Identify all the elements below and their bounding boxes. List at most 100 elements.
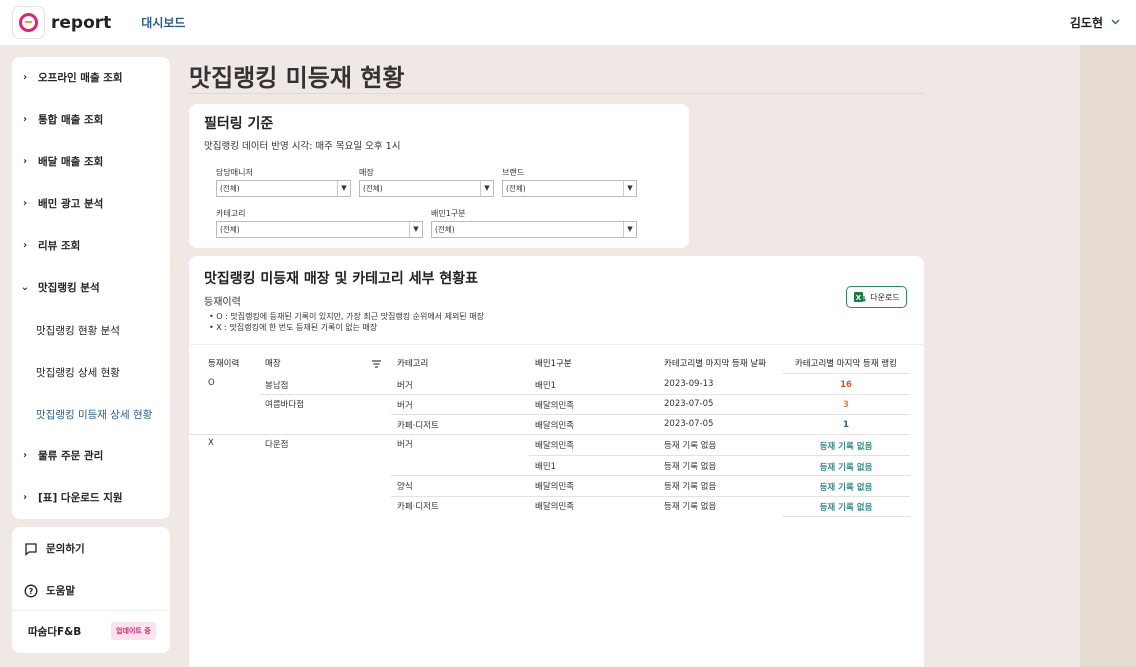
- sidebar-item-label: 물류 주문 관리: [38, 449, 104, 462]
- sidebar-item-offline-sales[interactable]: › 오프라인 매출 조회: [12, 66, 170, 88]
- column-header-last-date[interactable]: 카테고리별 마지막 등재 날짜: [664, 357, 766, 369]
- sort-filter-icon[interactable]: [372, 358, 381, 368]
- sidebar: › 오프라인 매출 조회 › 통합 매출 조회 › 배달 매출 조회 › 배민 …: [12, 57, 170, 519]
- sidebar-item-label: 통합 매출 조회: [38, 113, 104, 126]
- sidebar-subitem-ranking-detail[interactable]: 맛집랭킹 상세 현황: [36, 365, 120, 380]
- svg-text:X: X: [856, 294, 862, 302]
- divider: [189, 93, 924, 94]
- table-row-divider: [391, 414, 910, 415]
- sidebar-item-reviews[interactable]: › 리뷰 조회: [12, 234, 170, 256]
- sidebar-item-download-support[interactable]: › [표] 다운로드 지원: [12, 486, 170, 508]
- sidebar-item-label: 리뷰 조회: [38, 239, 81, 252]
- cell-rank: 등재 기록 없음: [819, 442, 873, 452]
- filter-note: 맛집랭킹 데이터 반영 시각: 매주 목요일 오후 1시: [204, 141, 401, 152]
- divider: [12, 610, 170, 611]
- filter-title: 필터링 기준: [204, 116, 274, 132]
- legend-text: O : 맛집랭킹에 등재된 기록이 있지만, 가장 최근 맛집랭킹 순위에서 제…: [216, 312, 484, 321]
- category-select-value: (전체): [220, 225, 240, 234]
- nav-dashboard[interactable]: 대시보드: [141, 14, 185, 31]
- history-label: 등재이력: [204, 297, 241, 308]
- top-bar: report 대시보드 김도현: [0, 0, 1136, 45]
- download-label: 다운로드: [870, 292, 900, 302]
- brand-select[interactable]: (전체) ▼: [502, 180, 637, 197]
- cell-date: 2023-09-13: [664, 379, 714, 389]
- legend-item: • O : 맛집랭킹에 등재된 기록이 있지만, 가장 최근 맛집랭킹 순위에서…: [209, 312, 484, 321]
- cell-date: 2023-07-05: [664, 399, 714, 409]
- cell-rank: 16: [840, 380, 852, 390]
- download-button[interactable]: X 다운로드: [846, 286, 907, 308]
- sidebar-subitem-ranking-status[interactable]: 맛집랭킹 현황 분석: [36, 323, 120, 338]
- cell-date: 2023-07-05: [664, 419, 714, 429]
- cell-store: 여름바다점: [265, 400, 305, 410]
- company-name: 따숨다F&B: [28, 626, 82, 638]
- page-title: 맛집랭킹 미등재 현황: [189, 64, 405, 92]
- sidebar-item-baemin-ads[interactable]: › 배민 광고 분석: [12, 192, 170, 214]
- divider: [189, 344, 924, 345]
- chevron-right-icon: ›: [22, 155, 28, 167]
- baemin-type-select[interactable]: (전체) ▼: [431, 221, 637, 238]
- logo-icon: [19, 13, 38, 32]
- table-row-divider: [391, 496, 910, 497]
- logo[interactable]: [12, 6, 45, 39]
- category-select[interactable]: (전체) ▼: [216, 221, 423, 238]
- column-header-store[interactable]: 매장: [265, 357, 281, 369]
- store-label: 매장: [359, 168, 374, 177]
- cell-category: 양식: [397, 482, 413, 492]
- dropdown-arrow-icon: ▼: [480, 181, 493, 196]
- chevron-down-icon: ⌄: [20, 281, 30, 293]
- sidebar-footer: 문의하기 ? 도움말 따숨다F&B 업데이트 중: [12, 527, 170, 653]
- manager-select[interactable]: (전체) ▼: [216, 180, 351, 197]
- chevron-down-icon: [1111, 17, 1120, 28]
- cell-type: 배달의민족: [535, 401, 575, 411]
- brand-label: 브랜드: [502, 168, 525, 177]
- sidebar-subitem-unlisted-detail[interactable]: 맛집랭킹 미등재 상세 현황: [36, 407, 152, 422]
- table-row-divider: [529, 455, 910, 456]
- sidebar-item-logistics-orders[interactable]: › 물류 주문 관리: [12, 444, 170, 466]
- column-header-baemin-type[interactable]: 배민1구분: [535, 357, 572, 369]
- cell-rank: 등재 기록 없음: [819, 483, 873, 493]
- cell-type: 배달의민족: [535, 482, 575, 492]
- chevron-right-icon: ›: [22, 113, 28, 125]
- table-row-divider: [259, 394, 910, 395]
- legend-item: • X : 맛집랭킹에 한 번도 등재된 기록이 없는 매장: [209, 323, 378, 332]
- unlisted-table-panel: 맛집랭킹 미등재 매장 및 카테고리 세부 현황표 등재이력 • O : 맛집랭…: [189, 256, 924, 667]
- sidebar-item-ranking-analysis[interactable]: ⌄ 맛집랭킹 분석: [12, 276, 170, 298]
- baemin-type-select-value: (전체): [435, 225, 455, 234]
- legend-text: X : 맛집랭킹에 한 번도 등재된 기록이 없는 매장: [216, 323, 378, 332]
- cell-category: 카페·디저트: [397, 502, 439, 512]
- cell-date: 등재 기록 없음: [664, 482, 717, 492]
- chevron-right-icon: ›: [22, 491, 28, 503]
- cell-type: 배민1: [535, 381, 557, 391]
- cell-type: 배민1: [535, 462, 557, 472]
- user-menu[interactable]: 김도현: [1070, 14, 1120, 31]
- table-title: 맛집랭킹 미등재 매장 및 카테고리 세부 현황표: [204, 271, 478, 287]
- help-link[interactable]: ? 도움말: [24, 583, 75, 598]
- column-header-last-rank[interactable]: 카테고리별 마지막 등재 랭킹: [795, 357, 897, 369]
- sidebar-item-label: 배달 매출 조회: [38, 155, 104, 168]
- scroll-gutter: [1080, 45, 1136, 667]
- manager-label: 담당매니저: [216, 168, 253, 177]
- cell-category: 버거: [397, 401, 413, 411]
- chevron-right-icon: ›: [22, 239, 28, 251]
- cell-rank: 등재 기록 없음: [819, 463, 873, 473]
- brand-select-value: (전체): [506, 184, 526, 193]
- cell-date: 등재 기록 없음: [664, 462, 717, 472]
- store-select[interactable]: (전체) ▼: [359, 180, 494, 197]
- cell-store: 봉남점: [265, 381, 289, 391]
- excel-download-icon: X: [853, 291, 867, 303]
- filter-panel: 필터링 기준 맛집랭킹 데이터 반영 시각: 매주 목요일 오후 1시 담당매니…: [189, 104, 689, 248]
- chevron-right-icon: ›: [22, 449, 28, 461]
- chat-icon: [24, 542, 38, 556]
- baemin-type-label: 배민1구분: [431, 209, 466, 218]
- store-select-value: (전체): [363, 184, 383, 193]
- sidebar-item-integrated-sales[interactable]: › 통합 매출 조회: [12, 108, 170, 130]
- column-header-category[interactable]: 카테고리: [397, 357, 428, 369]
- sidebar-item-delivery-sales[interactable]: › 배달 매출 조회: [12, 150, 170, 172]
- column-header-history[interactable]: 등재이력: [208, 357, 239, 369]
- table-row-divider: [189, 434, 910, 435]
- sidebar-item-label: 맛집랭킹 분석: [38, 281, 100, 294]
- cell-history: X: [208, 438, 214, 448]
- cell-category: 카페·디저트: [397, 421, 439, 431]
- help-icon: ?: [24, 584, 38, 598]
- inquiry-link[interactable]: 문의하기: [24, 541, 85, 556]
